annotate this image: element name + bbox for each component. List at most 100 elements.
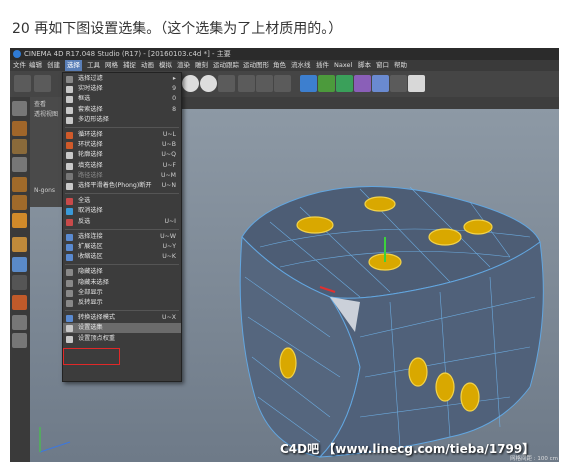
menu-mograph[interactable]: 运动图形 [243,60,269,71]
menu-separator [65,193,179,195]
menu-item-icon [66,244,73,251]
menu-mesh[interactable]: 网格 [105,60,118,71]
menu-item-label: 隐藏选择 [78,268,103,276]
step-caption: 20 再如下图设置选集。（这个选集为了上材质用的。） [12,21,343,37]
menu-sculpt[interactable]: 雕刻 [195,60,208,71]
menu-item-label: 环状选择 [78,141,103,149]
menu-character[interactable]: 角色 [273,60,286,71]
menu-item-icon [66,218,73,226]
menu-item-label: 全部显示 [78,288,103,296]
menu-edit[interactable]: 编辑 [29,60,42,71]
menu-item-shortcut: U~Q [161,151,176,159]
grid-icon[interactable] [12,315,27,330]
menu-separator [65,264,179,266]
select-menu-item[interactable]: 转换选择模式 U~X [63,313,181,323]
menu-pipeline[interactable]: 流水线 [291,60,311,71]
menu-select[interactable]: 选择 [65,60,82,71]
menu-item-shortcut: U~N [161,182,176,189]
select-menu-item[interactable]: 循环选择 U~L [63,130,181,140]
menu-item-label: 收缩选区 [78,253,103,261]
workplane-icon[interactable] [12,157,27,172]
select-menu-item[interactable]: 收缩选区 U~K [63,252,181,262]
edges-mode-icon[interactable] [12,195,27,210]
menu-create[interactable]: 创建 [47,60,60,71]
menu-item-icon [66,96,73,104]
menu-item-shortcut: 0 [172,95,176,103]
select-menu-item[interactable]: 扩展选区 U~Y [63,242,181,252]
menu-script[interactable]: 脚本 [358,60,371,71]
select-menu-item[interactable]: 选择平滑着色(Phong)断开 U~N [63,181,181,191]
menu-plugins[interactable]: 插件 [316,60,329,71]
model-mode-icon[interactable] [12,121,27,136]
select-menu-item[interactable]: 反转显示 [63,298,181,308]
light-icon[interactable] [408,75,425,92]
cinema4d-window: CINEMA 4D R17.048 Studio (R17) - [201601… [10,48,559,462]
menu-item-label: 选择过滤 [78,75,103,82]
select-menu-item[interactable]: 选择过滤 ▸ [63,74,181,84]
menu-item-label: 反转显示 [78,299,103,306]
menu-simulate[interactable]: 模拟 [159,60,172,71]
left-toolbar [10,97,30,462]
title-bar: CINEMA 4D R17.048 Studio (R17) - [201601… [10,48,559,60]
polygons-mode-icon[interactable] [12,213,27,228]
select-menu-item[interactable]: 轮廓选择 U~Q [63,150,181,160]
select-menu-item[interactable]: 设置顶点权重 [63,334,181,344]
redo-icon[interactable] [34,75,51,92]
menu-item-shortcut: U~B [162,141,176,149]
texture-mode-icon[interactable] [12,139,27,154]
menu-item-label: 扩展选区 [78,243,103,250]
tweak-mode-icon[interactable] [12,257,27,272]
layer-icon[interactable] [12,333,27,348]
select-menu-item[interactable]: 选择连接 U~W [63,232,181,242]
render-view-icon[interactable] [238,75,255,92]
menu-item-shortcut: 9 [172,85,176,93]
menu-file[interactable]: 文件 [13,60,26,71]
menu-help[interactable]: 帮助 [394,60,407,71]
make-editable-icon[interactable] [12,101,27,116]
menu-window[interactable]: 窗口 [376,60,389,71]
deformer-icon[interactable] [354,75,371,92]
menu-item-icon [66,152,73,160]
select-menu-item[interactable]: 框选 0 [63,94,181,104]
menu-snap[interactable]: 捕捉 [123,60,136,71]
menu-animate[interactable]: 动画 [141,60,154,71]
select-menu-item[interactable]: 路径选择 U~M [63,171,181,181]
workplane-lock-icon[interactable] [12,295,27,310]
select-menu-item[interactable]: 隐藏选择 [63,267,181,277]
render-picture-viewer-icon[interactable] [256,75,273,92]
select-menu-item[interactable]: 套索选择 8 [63,105,181,115]
menu-naxel[interactable]: Naxel [334,60,352,71]
subdivision-surface-icon[interactable] [318,75,335,92]
menu-motion-tracking[interactable]: 运动跟踪 [213,60,239,71]
environment-icon[interactable] [372,75,389,92]
render-settings-icon[interactable] [274,75,291,92]
snap-icon[interactable] [12,275,27,290]
select-menu-item[interactable]: 环状选择 U~B [63,140,181,150]
cloner-icon[interactable] [336,75,353,92]
menu-render[interactable]: 渲染 [177,60,190,71]
select-menu-item[interactable]: 填充选择 U~F [63,161,181,171]
points-mode-icon[interactable] [12,177,27,192]
select-menu-item[interactable]: 多边形选择 [63,115,181,125]
menu-separator [65,310,179,312]
select-menu-item[interactable]: 设置选集 [63,323,181,334]
coordinate-system-icon[interactable] [218,75,235,92]
select-menu-item[interactable]: 反选 U~I [63,217,181,227]
select-menu-item[interactable]: 全部显示 [63,288,181,298]
camera-icon[interactable] [390,75,407,92]
select-menu-item[interactable]: 取消选择 [63,206,181,216]
menu-item-icon [66,106,73,114]
z-axis-lock-icon[interactable] [200,75,217,92]
menu-tools[interactable]: 工具 [87,60,100,71]
menu-item-shortcut: U~F [162,161,176,169]
menu-item-label: 选择平滑着色(Phong)断开 [78,182,152,189]
axis-mode-icon[interactable] [12,237,27,252]
cube-object-icon[interactable] [300,75,317,92]
menu-separator [65,228,179,230]
select-menu-item[interactable]: 全选 [63,196,181,206]
select-menu-item[interactable]: 实时选择 9 [63,84,181,94]
select-menu-item[interactable]: 隐藏未选择 [63,278,181,288]
undo-icon[interactable] [14,75,31,92]
y-axis-lock-icon[interactable] [182,75,199,92]
menu-item-shortcut: U~X [162,314,176,322]
